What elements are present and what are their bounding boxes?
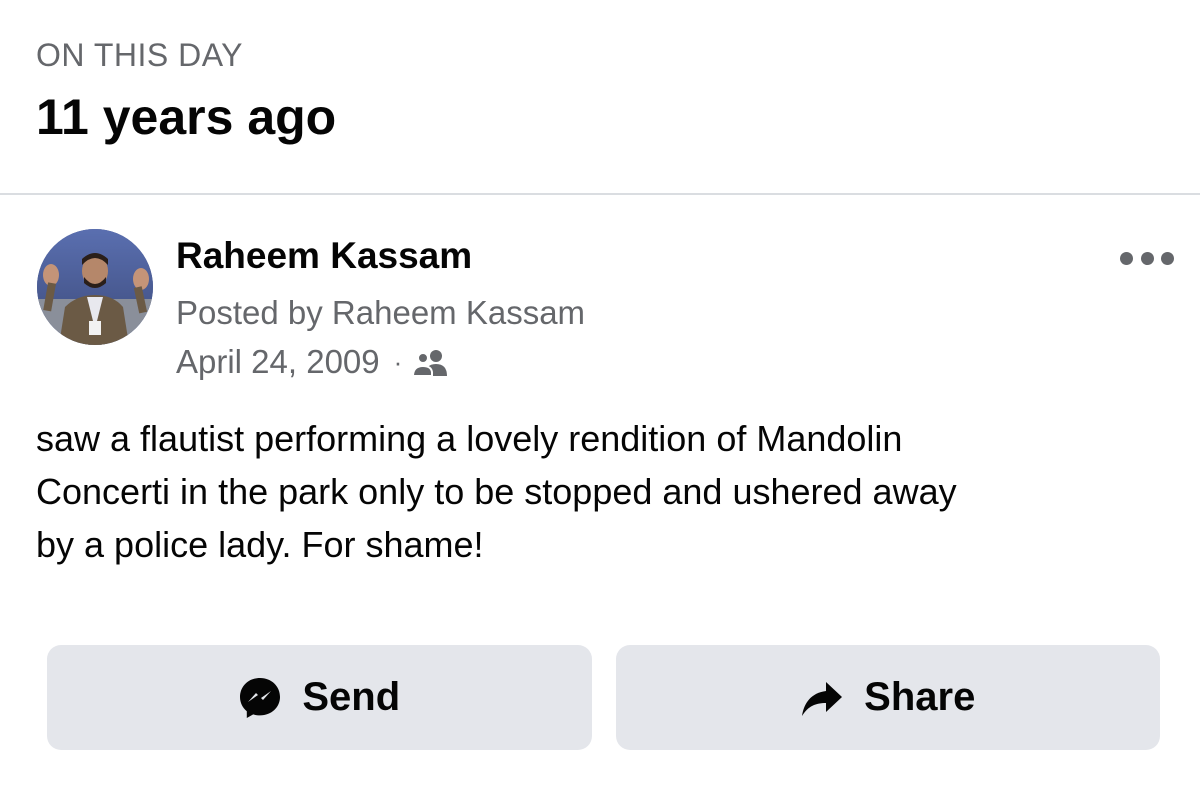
memory-card: ON THIS DAY 11 years ago Raheem Kassam P… (0, 0, 1200, 792)
post-meta: April 24, 2009 · (176, 342, 450, 382)
send-label: Send (302, 675, 401, 719)
post-date[interactable]: April 24, 2009 (176, 342, 380, 382)
section-label: ON THIS DAY (36, 37, 244, 73)
post-text: saw a flautist performing a lovely rendi… (36, 418, 957, 565)
divider (0, 193, 1200, 195)
share-arrow-icon (800, 676, 844, 720)
share-button[interactable]: Share (615, 645, 1160, 750)
post: Raheem Kassam Posted by Raheem Kassam Ap… (0, 196, 1200, 792)
share-label: Share (864, 675, 976, 719)
friends-icon[interactable] (412, 347, 450, 377)
avatar-image (37, 229, 153, 345)
meta-separator: · (393, 347, 403, 377)
action-bar: Send Share (47, 645, 1160, 750)
time-ago-heading: 11 years ago (36, 89, 337, 145)
messenger-icon (238, 676, 282, 720)
memory-header: ON THIS DAY 11 years ago (36, 36, 1164, 146)
more-dot-icon (1161, 251, 1174, 265)
posted-by-text: Posted by Raheem Kassam (176, 294, 586, 331)
author-name[interactable]: Raheem Kassam (176, 234, 472, 278)
more-dot-icon (1120, 251, 1133, 265)
more-dot-icon (1140, 251, 1154, 265)
more-options-button[interactable] (1120, 246, 1174, 270)
avatar[interactable] (37, 229, 153, 345)
send-button[interactable]: Send (47, 645, 592, 750)
